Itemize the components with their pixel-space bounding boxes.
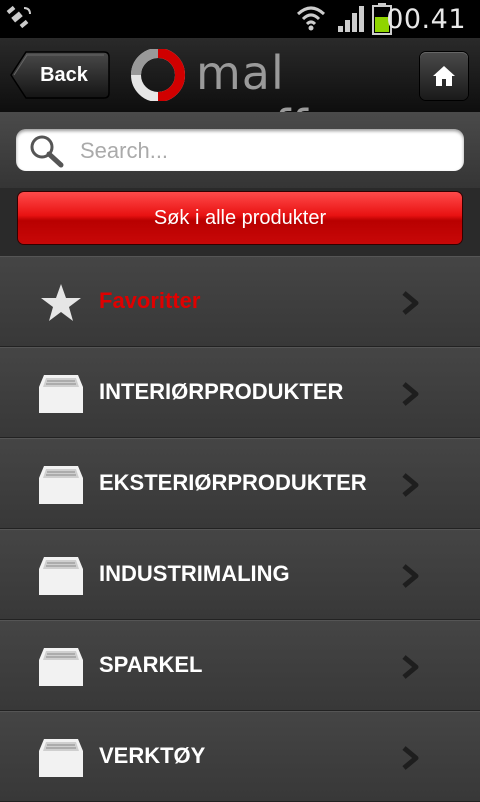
list-item-label: Favoritter [99,288,201,313]
drawer-icon [39,466,83,504]
chevron-right-icon [402,291,419,315]
chevron-right-icon [402,655,419,679]
drawer-icon [39,557,83,595]
list-item-verktoy[interactable]: VERKTØY [0,711,480,802]
list-item-label: INTERIØRPRODUKTER [99,379,344,404]
chevron-right-icon [402,382,419,406]
star-icon [41,284,81,321]
list-item-interiorprodukter[interactable]: INTERIØRPRODUKTER [0,347,480,438]
list-item-label: SPARKEL [99,652,203,677]
chevron-right-icon [402,473,419,497]
satellite-icon [6,4,34,37]
category-list: Favoritter INTERIØRPRODUKTER EKSTERIØRPR… [0,256,480,802]
chevron-right-icon [402,746,419,770]
search-field[interactable] [16,129,464,173]
list-item-eksteriorprodukter[interactable]: EKSTERIØRPRODUKTER [0,438,480,529]
brand-logo: mal proff [130,46,400,154]
status-bar: 00.41 [0,0,480,38]
search-all-bar: Søk i alle produkter [0,188,480,256]
list-item-label: INDUSTRIMALING [99,561,290,586]
search-all-button[interactable]: Søk i alle produkter [18,192,462,244]
list-item-label: VERKTØY [99,743,206,768]
drawer-icon [39,739,83,777]
back-button[interactable]: Back [10,50,110,100]
drawer-icon [39,375,83,413]
list-item-favorites[interactable]: Favoritter [0,256,480,347]
list-item-label: EKSTERIØRPRODUKTER [99,470,367,495]
app-header: Back mal proff [0,38,480,154]
search-input[interactable] [78,129,452,173]
list-item-sparkel[interactable]: SPARKEL [0,620,480,711]
search-bar [0,112,480,188]
wifi-icon [296,4,326,37]
list-item-industrimaling[interactable]: INDUSTRIMALING [0,529,480,620]
signal-icon [336,4,368,39]
back-label: Back [40,64,88,86]
drawer-icon [39,648,83,686]
home-button[interactable] [420,52,468,100]
home-icon [433,66,455,86]
chevron-right-icon [402,564,419,588]
search-icon [30,135,64,168]
clock: 00.41 [386,4,466,35]
